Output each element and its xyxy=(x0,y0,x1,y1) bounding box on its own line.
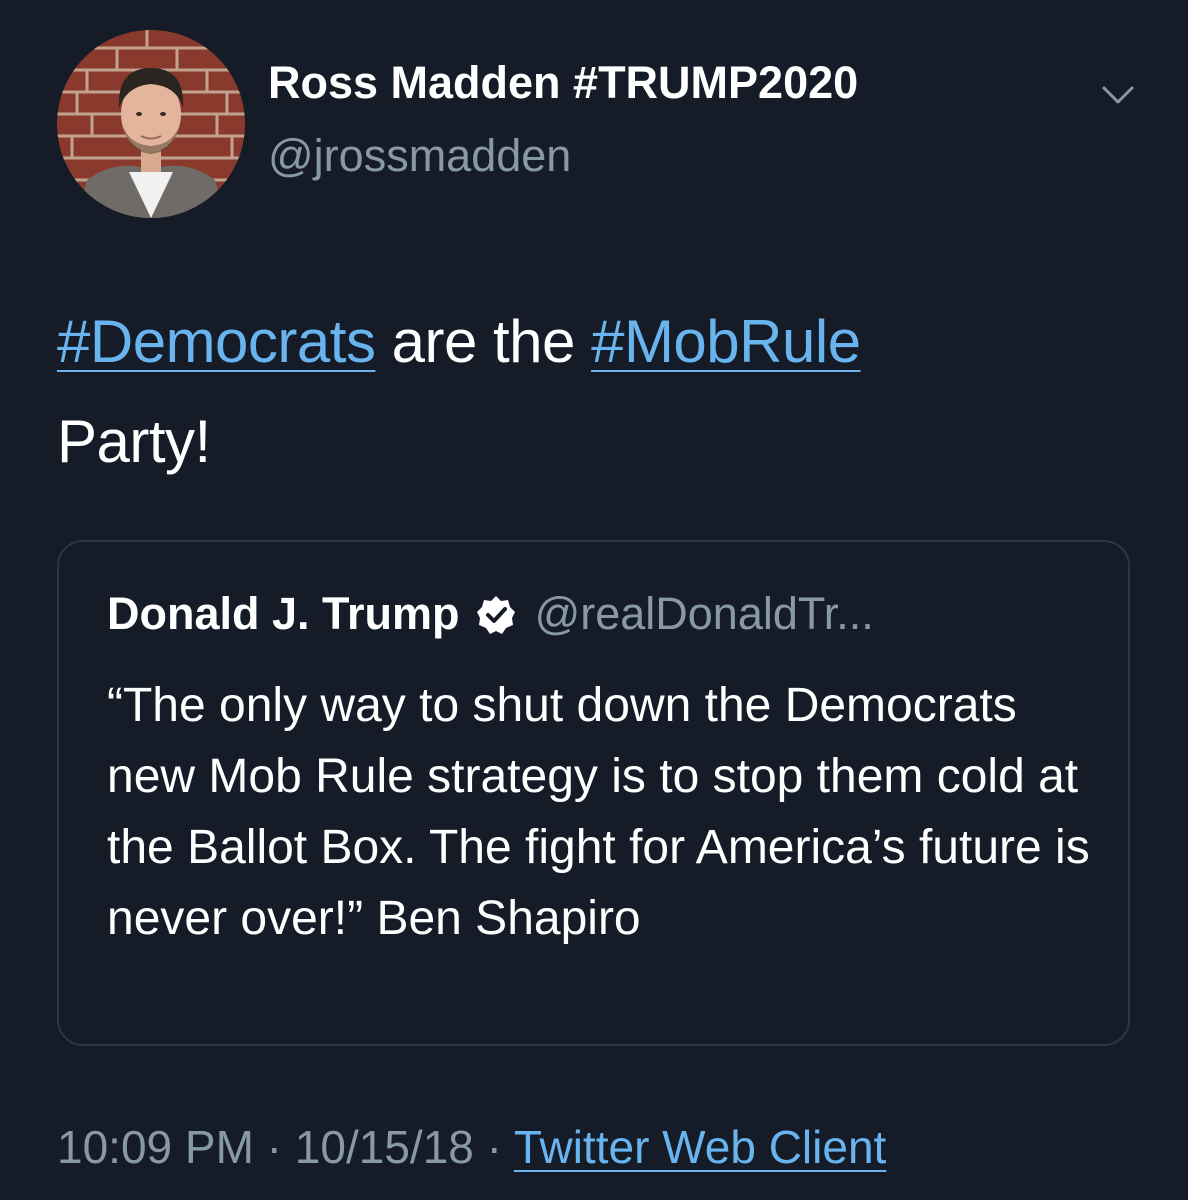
tweet-meta: 10:09 PM · 10/15/18 · Twitter Web Client xyxy=(57,1120,886,1174)
avatar-image xyxy=(57,30,245,218)
quoted-tweet[interactable]: Donald J. Trump @realDonaldTr... “The on… xyxy=(57,540,1130,1046)
tweet-text: #Democrats are the #MobRule Party! xyxy=(57,292,1117,492)
quoted-tweet-text: “The only way to shut down the Democrats… xyxy=(107,679,1090,945)
author-display-name[interactable]: Ross Madden #TRUMP2020 xyxy=(268,57,858,109)
tweet-time: 10:09 PM xyxy=(57,1121,254,1173)
quoted-author-handle: @realDonaldTr... xyxy=(534,588,874,639)
meta-separator: · xyxy=(253,1121,295,1173)
meta-separator: · xyxy=(473,1121,514,1173)
hashtag-mobrule[interactable]: #MobRule xyxy=(591,308,861,375)
verified-badge-icon xyxy=(477,596,516,634)
tweet-detail: Ross Madden #TRUMP2020 @jrossmadden #Dem… xyxy=(0,0,1188,1200)
avatar[interactable] xyxy=(57,30,245,218)
tweet-client-link[interactable]: Twitter Web Client xyxy=(514,1121,886,1173)
tweet-text-end: Party! xyxy=(57,408,211,475)
chevron-down-icon[interactable] xyxy=(1096,78,1140,114)
quoted-tweet-header: Donald J. Trump @realDonaldTr... xyxy=(107,588,874,640)
tweet-date: 10/15/18 xyxy=(294,1121,474,1173)
quoted-author-name: Donald J. Trump xyxy=(107,588,460,639)
tweet-text-middle: are the xyxy=(375,308,592,375)
hashtag-democrats[interactable]: #Democrats xyxy=(57,308,376,375)
author-handle[interactable]: @jrossmadden xyxy=(268,130,571,182)
